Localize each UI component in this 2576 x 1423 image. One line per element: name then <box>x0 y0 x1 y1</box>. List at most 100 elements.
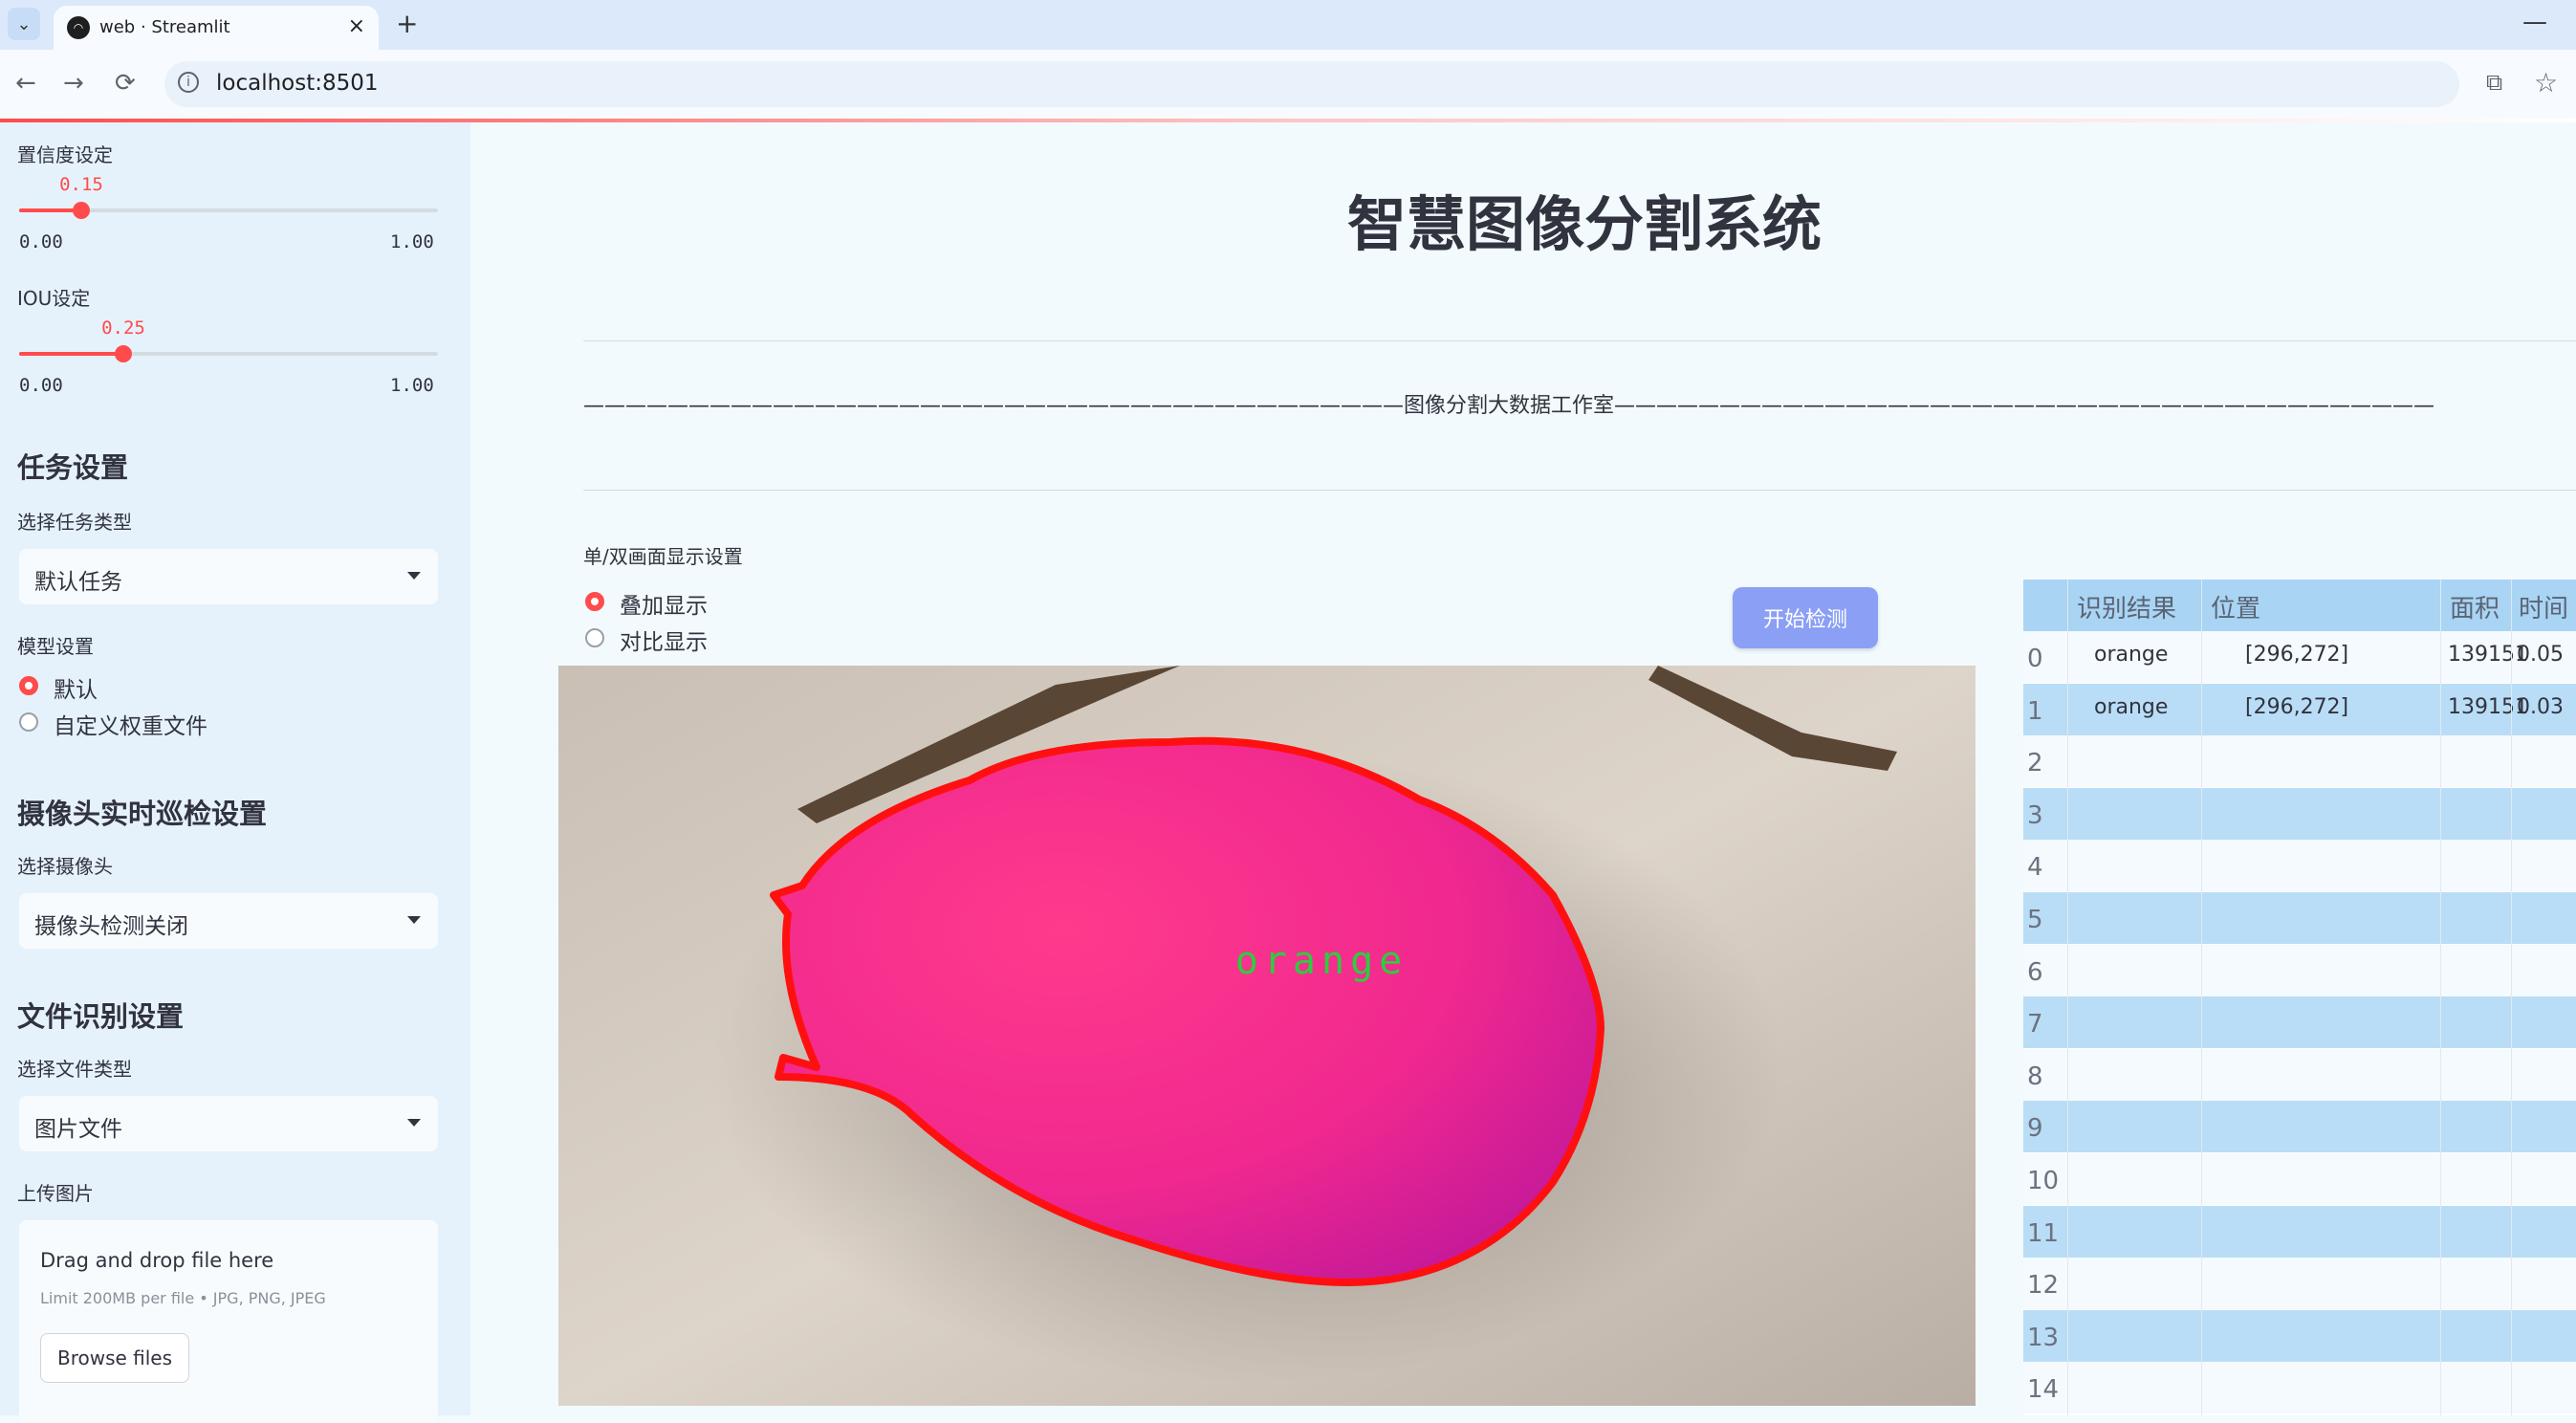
address-bar: ← → ⟳ i localhost:8501 ⧉ ☆ <box>0 50 2576 119</box>
table-row[interactable]: 9 <box>2023 1101 2576 1153</box>
iou-min: 0.00 <box>19 375 63 396</box>
header-result: 识别结果 <box>2077 595 2177 624</box>
file-type-label: 选择文件类型 <box>17 1058 132 1081</box>
new-tab-icon[interactable]: + <box>396 8 418 39</box>
table-row[interactable]: 14 <box>2023 1362 2576 1414</box>
segmentation-result-image: orange <box>558 666 1976 1406</box>
row-index: 1 <box>2027 696 2043 726</box>
bookmark-star-icon[interactable]: ☆ <box>2534 67 2558 99</box>
browse-files-button[interactable]: Browse files <box>40 1333 189 1383</box>
row-index: 11 <box>2027 1218 2060 1248</box>
confidence-label: 置信度设定 <box>17 143 113 166</box>
iou-slider-thumb[interactable] <box>115 345 132 362</box>
radio-selected-icon[interactable] <box>19 676 38 695</box>
row-index: 4 <box>2027 853 2043 883</box>
confidence-max: 1.00 <box>390 231 434 252</box>
table-row[interactable]: 8 <box>2023 1048 2576 1101</box>
dropzone-limit: Limit 200MB per file • JPG, PNG, JPEG <box>40 1289 326 1307</box>
cell-result: orange <box>2094 694 2169 719</box>
forward-arrow-icon[interactable]: → <box>63 69 84 98</box>
table-row[interactable]: 7 <box>2023 996 2576 1049</box>
row-index: 3 <box>2027 800 2043 830</box>
reload-icon[interactable]: ⟳ <box>115 69 136 98</box>
file-type-select[interactable]: 图片文件 <box>19 1096 438 1151</box>
model-option-default-label: 默认 <box>54 678 98 703</box>
confidence-slider[interactable] <box>19 202 438 219</box>
table-row[interactable]: 6 <box>2023 944 2576 996</box>
confidence-slider-thumb[interactable] <box>73 202 90 219</box>
display-mode-label: 单/双画面显示设置 <box>583 545 743 568</box>
page-title: 智慧图像分割系统 <box>1346 189 1822 259</box>
translate-icon[interactable]: ⧉ <box>2486 69 2502 96</box>
iou-slider[interactable] <box>19 345 438 362</box>
model-option-custom-label: 自定义权重文件 <box>54 714 207 739</box>
table-row[interactable]: 5 <box>2023 892 2576 944</box>
table-row[interactable]: 2 <box>2023 735 2576 788</box>
cell-time: 0.05 <box>2517 643 2564 667</box>
table-row[interactable]: 0 orange [296,272] 139151 0.05 <box>2023 631 2576 683</box>
row-index: 9 <box>2027 1114 2043 1144</box>
header-position: 位置 <box>2211 595 2261 624</box>
table-row[interactable]: 11 <box>2023 1205 2576 1258</box>
table-row[interactable]: 12 <box>2023 1258 2576 1310</box>
upload-label: 上传图片 <box>17 1182 94 1205</box>
browser-tab-bar: ⌄ ◠ web · Streamlit × + — <box>0 0 2576 50</box>
table-row[interactable]: 1 orange [296,272] 139151 0.03 <box>2023 683 2576 735</box>
cell-result: orange <box>2094 643 2169 667</box>
divider-top <box>583 340 2576 341</box>
results-table[interactable]: 识别结果 位置 面积 时间 0 orange [296,272] 139151 0.05… <box>2023 580 2576 1415</box>
camera-label: 选择摄像头 <box>17 855 113 878</box>
row-index: 13 <box>2027 1323 2060 1352</box>
tab-search-chevron-icon[interactable]: ⌄ <box>8 8 40 40</box>
table-row[interactable]: 10 <box>2023 1153 2576 1205</box>
dropzone-title: Drag and drop file here <box>40 1249 274 1272</box>
cell-time: 0.03 <box>2517 694 2564 719</box>
row-index: 5 <box>2027 906 2043 934</box>
chevron-down-icon <box>407 1119 421 1127</box>
detection-label: orange <box>1235 939 1408 983</box>
row-index: 14 <box>2027 1375 2060 1405</box>
divider-bottom <box>583 490 2576 491</box>
tab-close-icon[interactable]: × <box>348 14 365 38</box>
camera-select[interactable]: 摄像头检测关闭 <box>19 893 438 949</box>
row-index: 7 <box>2027 1010 2043 1040</box>
url-text[interactable]: localhost:8501 <box>216 71 379 96</box>
column-divider <box>2511 580 2512 1415</box>
table-row[interactable]: 13 <box>2023 1309 2576 1362</box>
sidebar: 置信度设定 0.15 0.00 1.00 IOU设定 0.25 0.00 1.0… <box>0 122 470 1423</box>
row-index: 0 <box>2027 645 2043 673</box>
task-type-value: 默认任务 <box>34 570 122 595</box>
camera-value: 摄像头检测关闭 <box>34 914 188 939</box>
browser-tab[interactable]: ◠ web · Streamlit × <box>54 6 379 50</box>
confidence-value: 0.15 <box>59 174 103 195</box>
table-row[interactable]: 4 <box>2023 840 2576 892</box>
chevron-down-icon <box>407 572 421 580</box>
task-settings-header: 任务设置 <box>17 451 129 484</box>
iou-label: IOU设定 <box>17 287 91 310</box>
table-row[interactable]: 3 <box>2023 787 2576 840</box>
tab-title: web · Streamlit <box>99 17 230 37</box>
studio-divider-text: ———————————————————————————————————————图… <box>583 394 2435 418</box>
display-option-overlay-label: 叠加显示 <box>620 594 708 619</box>
task-type-select[interactable]: 默认任务 <box>19 549 438 604</box>
row-index: 2 <box>2027 749 2043 778</box>
column-divider <box>2067 580 2068 1415</box>
confidence-min: 0.00 <box>19 231 63 252</box>
radio-unselected-icon[interactable] <box>585 628 604 647</box>
back-arrow-icon[interactable]: ← <box>15 69 36 98</box>
radio-selected-icon[interactable] <box>585 592 604 611</box>
radio-unselected-icon[interactable] <box>19 712 38 732</box>
file-type-value: 图片文件 <box>34 1117 122 1142</box>
start-detection-button[interactable]: 开始检测 <box>1733 587 1878 648</box>
column-divider <box>2440 580 2441 1415</box>
site-info-icon[interactable]: i <box>178 72 199 93</box>
column-divider <box>2201 580 2202 1415</box>
table-header: 识别结果 位置 面积 时间 <box>2023 580 2576 631</box>
minimize-window-icon[interactable]: — <box>2522 8 2547 36</box>
file-dropzone[interactable]: Drag and drop file here Limit 200MB per … <box>19 1220 438 1423</box>
row-index: 12 <box>2027 1271 2060 1301</box>
url-omnibox[interactable]: i localhost:8501 <box>164 61 2459 107</box>
row-index: 6 <box>2027 957 2043 987</box>
header-area: 面积 <box>2450 595 2500 624</box>
cell-position: [296,272] <box>2245 694 2349 719</box>
